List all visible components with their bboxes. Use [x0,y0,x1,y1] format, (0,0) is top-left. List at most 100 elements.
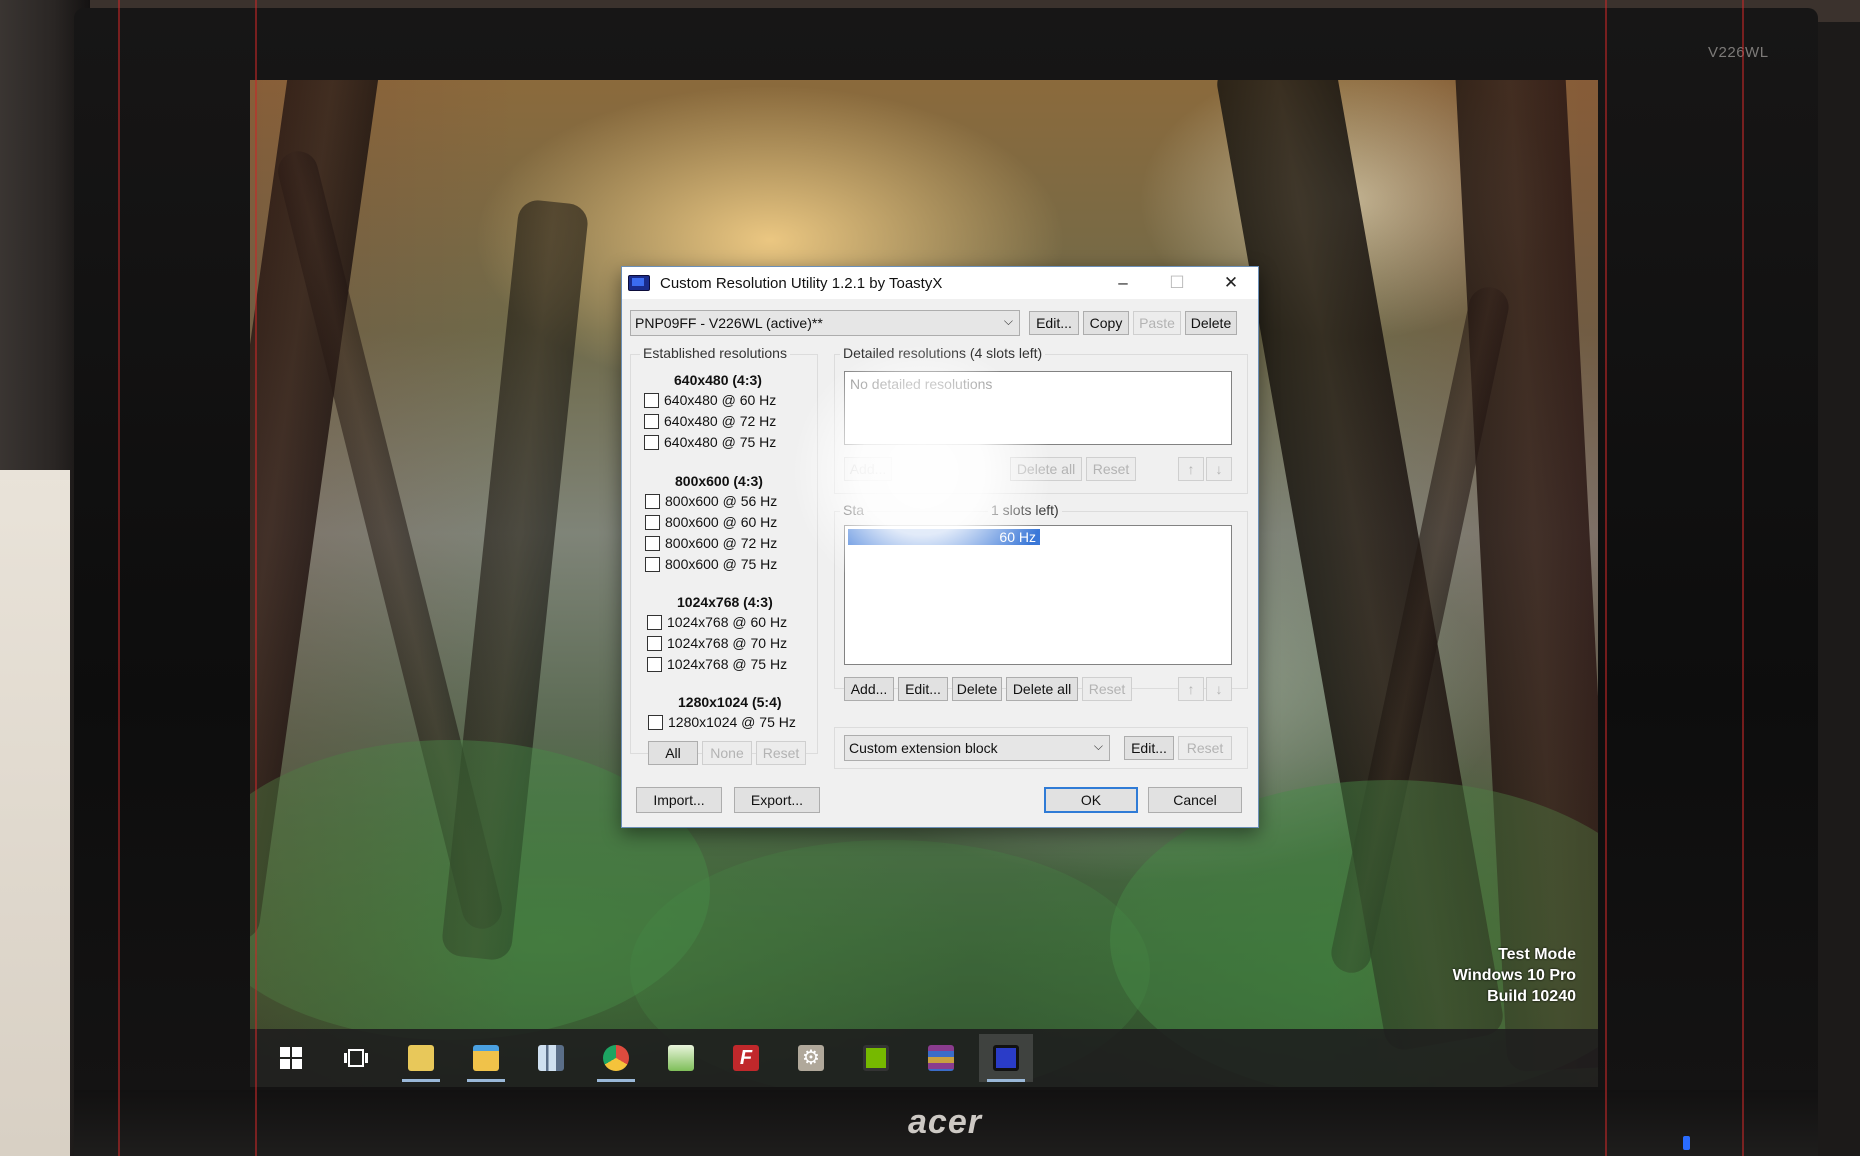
taskbar-folder-button[interactable] [394,1034,448,1082]
paste-button[interactable]: Paste [1133,311,1181,335]
edit-standard-button[interactable]: Edit... [898,677,948,701]
taskbar-winrar-button[interactable] [914,1034,968,1082]
checkbox[interactable] [644,434,659,450]
cancel-button[interactable]: Cancel [1148,787,1242,813]
close-button[interactable]: ✕ [1204,267,1258,299]
move-down-standard-button[interactable]: ↓ [1206,677,1232,701]
reset-standard-button[interactable]: Reset [1082,677,1132,701]
extension-block-select[interactable]: Custom extension block ⌵ [844,735,1110,761]
selected-item-text: 60 Hz [999,529,1036,545]
ok-button[interactable]: OK [1044,787,1138,813]
checkbox[interactable] [647,656,662,672]
checkbox[interactable] [648,714,663,730]
delete-all-standard-button[interactable]: Delete all [1006,677,1078,701]
nvidia-icon [863,1045,889,1071]
checkbox-label: 800x600 @ 75 Hz [665,556,778,572]
task-view-icon [344,1049,368,1067]
taskbar-chrome-button[interactable] [589,1034,643,1082]
delete-all-detailed-button[interactable]: Delete all [1010,457,1082,481]
checkbox-label: 640x480 @ 72 Hz [664,413,777,429]
extension-block-value: Custom extension block [849,740,998,756]
resolution-checkbox-row[interactable]: 800x600 @ 60 Hz [645,514,777,530]
power-led-icon [1683,1136,1690,1150]
taskbar-notepad-button[interactable] [654,1034,708,1082]
taskbar-cru-button[interactable] [979,1034,1033,1082]
checkbox[interactable] [647,614,662,630]
group-heading: 1024x768 (4:3) [677,594,773,610]
checkbox-label: 640x480 @ 60 Hz [664,392,777,408]
checkbox[interactable] [645,556,660,572]
guide-line [118,0,120,1156]
resolution-checkbox-row[interactable]: 1280x1024 @ 75 Hz [648,714,796,730]
taskbar-start-button[interactable] [264,1034,318,1082]
cru-dialog: Custom Resolution Utility 1.2.1 by Toast… [621,266,1259,828]
test-mode-watermark: Test Mode Windows 10 Pro Build 10240 [1453,944,1576,1007]
watermark-line3: Build 10240 [1487,988,1576,1005]
reset-established-button[interactable]: Reset [756,741,806,765]
resolution-checkbox-row[interactable]: 1024x768 @ 70 Hz [647,635,787,651]
none-button[interactable]: None [702,741,752,765]
chevron-down-icon: ⌵ [1003,314,1013,328]
taskbar-task-view-button[interactable] [329,1034,383,1082]
minimize-button[interactable]: – [1096,267,1150,299]
checkbox[interactable] [644,413,659,429]
resolution-checkbox-row[interactable]: 640x480 @ 60 Hz [644,392,776,408]
export-button[interactable]: Export... [734,787,820,813]
reset-extension-button[interactable]: Reset [1178,736,1232,760]
checkbox-label: 1024x768 @ 75 Hz [667,656,788,672]
monitor-cru-icon [993,1045,1019,1071]
standard-resolution-selected-item[interactable]: 60 Hz [848,529,1040,545]
monitor-model-label: V226WL [1708,44,1769,61]
taskbar-nvidia-button[interactable] [849,1034,903,1082]
maximize-button[interactable]: ☐ [1150,267,1204,299]
move-up-standard-button[interactable]: ↑ [1178,677,1204,701]
delete-display-button[interactable]: Delete [1185,311,1237,335]
add-detailed-button[interactable]: Add... [844,457,892,481]
checkbox-label: 800x600 @ 56 Hz [665,493,778,509]
move-down-detailed-button[interactable]: ↓ [1206,457,1232,481]
checkbox[interactable] [647,635,662,651]
taskbar-library-button[interactable] [524,1034,578,1082]
standard-resolutions-list[interactable]: 60 Hz [844,525,1232,665]
copy-button[interactable]: Copy [1083,311,1129,335]
move-up-detailed-button[interactable]: ↑ [1178,457,1204,481]
resolution-checkbox-row[interactable]: 800x600 @ 72 Hz [645,535,777,551]
taskbar-filezilla-button[interactable]: F [719,1034,773,1082]
all-button[interactable]: All [648,741,698,765]
resolution-checkbox-row[interactable]: 800x600 @ 56 Hz [645,493,777,509]
guide-line [1605,0,1607,1156]
library-icon [538,1045,564,1071]
taskbar-file-explorer-button[interactable] [459,1034,513,1082]
resolution-checkbox-row[interactable]: 640x480 @ 75 Hz [644,434,776,450]
monitor-app-icon [628,275,650,291]
guide-line [255,0,257,1156]
import-button[interactable]: Import... [636,787,722,813]
resolution-checkbox-row[interactable]: 800x600 @ 75 Hz [645,556,777,572]
acer-logo: acer [908,1103,982,1141]
reset-detailed-button[interactable]: Reset [1086,457,1136,481]
checkbox-label: 640x480 @ 75 Hz [664,434,777,450]
group-heading: 800x600 (4:3) [675,473,763,489]
group-heading: 640x480 (4:3) [674,372,762,388]
notepad-icon [668,1045,694,1071]
checkbox[interactable] [644,392,659,408]
delete-standard-button[interactable]: Delete [952,677,1002,701]
checkbox[interactable] [645,493,660,509]
standard-resolutions-label-start: Sta [840,502,868,518]
taskbar-settings-button[interactable]: ⚙ [784,1034,838,1082]
edit-display-button[interactable]: Edit... [1029,311,1079,335]
winrar-icon [928,1045,954,1071]
detailed-placeholder: No detailed resolutions [850,376,993,392]
checkbox[interactable] [645,514,660,530]
dialog-titlebar[interactable]: Custom Resolution Utility 1.2.1 by Toast… [622,267,1258,299]
display-select-value: PNP09FF - V226WL (active)** [635,315,823,331]
detailed-resolutions-list[interactable]: No detailed resolutions [844,371,1232,445]
resolution-checkbox-row[interactable]: 1024x768 @ 75 Hz [647,656,787,672]
display-select[interactable]: PNP09FF - V226WL (active)** ⌵ [630,310,1020,336]
edit-extension-button[interactable]: Edit... [1124,736,1174,760]
add-standard-button[interactable]: Add... [844,677,894,701]
resolution-checkbox-row[interactable]: 1024x768 @ 60 Hz [647,614,787,630]
checkbox[interactable] [645,535,660,551]
resolution-checkbox-row[interactable]: 640x480 @ 72 Hz [644,413,776,429]
filezilla-icon: F [733,1045,759,1071]
